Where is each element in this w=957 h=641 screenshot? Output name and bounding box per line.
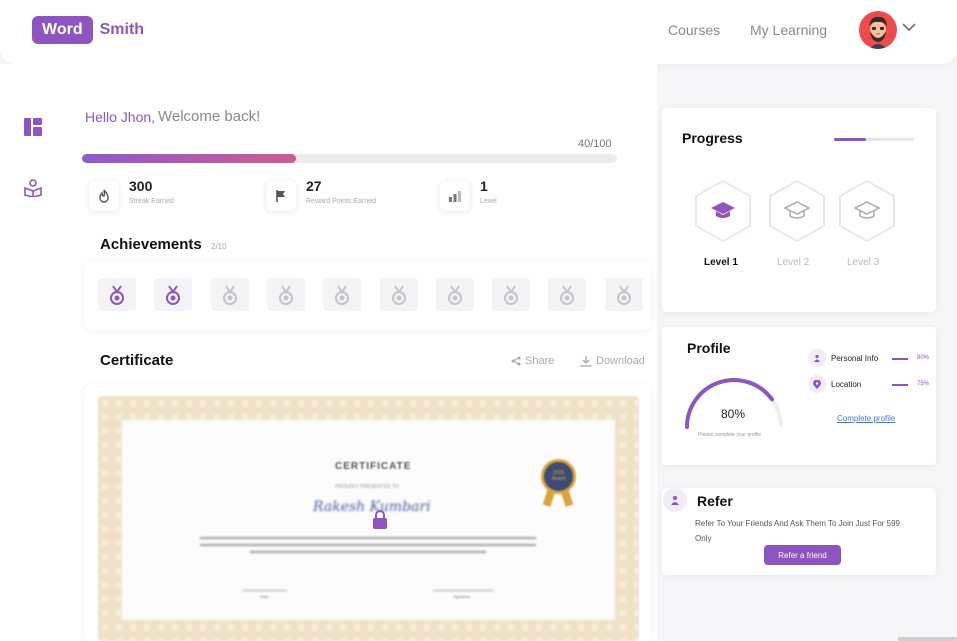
person-icon <box>808 349 826 367</box>
achievement-badge-locked[interactable] <box>492 278 531 311</box>
chevron-down-icon[interactable] <box>902 22 916 32</box>
stat-streak-label: Streak Earned <box>129 198 174 205</box>
medal-icon <box>391 284 406 305</box>
achievement-badge-locked[interactable] <box>323 278 362 311</box>
logo[interactable]: Word Smith <box>32 16 144 44</box>
medal-icon <box>166 284 181 305</box>
refer-user-icon <box>663 488 687 512</box>
certificate-body-line <box>200 544 536 546</box>
profile-title: Profile <box>687 340 731 356</box>
progress-mini-fill <box>834 138 866 141</box>
medal-icon <box>560 284 575 305</box>
sidebar <box>0 64 68 641</box>
stat-level: 1 Level <box>440 178 497 211</box>
greeting-hello: Hello Jhon, <box>85 109 156 125</box>
share-label: Share <box>525 355 555 367</box>
flag-icon <box>266 181 296 211</box>
top-header: Word Smith Courses My Learning <box>0 0 957 64</box>
xp-progress-label: 40/100 <box>578 138 612 150</box>
medal-icon <box>447 284 462 305</box>
achievement-badge-locked[interactable] <box>435 278 474 311</box>
user-avatar[interactable] <box>859 11 897 49</box>
award-seal-icon: 2023 Award <box>541 459 576 494</box>
stat-reward-points: 27 Reward Points Earned <box>266 178 376 211</box>
learning-book-icon[interactable] <box>24 179 42 197</box>
achievements-count: 2/10 <box>211 242 227 251</box>
lock-icon <box>373 510 387 529</box>
stat-reward-value: 27 <box>306 178 322 194</box>
signature-line-right <box>433 590 493 591</box>
progress-mini-bar <box>834 138 914 141</box>
logo-text: Smith <box>99 21 145 38</box>
nav-courses-link[interactable]: Courses <box>668 22 720 38</box>
download-button[interactable]: Download <box>580 355 645 367</box>
xp-progress-fill <box>82 154 296 163</box>
personal-info-bar <box>892 358 908 360</box>
graduation-cap-icon <box>784 201 810 219</box>
greeting-welcome: Welcome back! <box>158 108 261 125</box>
level-3-label: Level 3 <box>847 257 880 268</box>
medal-icon <box>616 284 631 305</box>
achievement-badge-earned[interactable] <box>98 278 136 311</box>
seal-word: Award <box>551 476 566 482</box>
flame-icon <box>89 181 119 211</box>
certificate-body-line <box>200 537 536 539</box>
refer-title: Refer <box>697 493 733 509</box>
progress-title: Progress <box>682 130 743 146</box>
achievement-badge-locked[interactable] <box>604 278 643 311</box>
graduation-cap-icon <box>854 201 880 219</box>
achievement-badge-earned[interactable] <box>154 278 193 311</box>
stat-level-label: Level <box>480 198 497 205</box>
achievement-badge-locked[interactable] <box>379 278 418 311</box>
achievement-badge-locked[interactable] <box>548 278 587 311</box>
scroll-indicator[interactable] <box>898 637 957 641</box>
stat-level-value: 1 <box>480 178 488 194</box>
location-label: Location <box>831 380 862 389</box>
profile-completion-value: 80% <box>721 407 746 421</box>
xp-progress-bar <box>82 154 617 163</box>
achievement-badge-locked[interactable] <box>210 278 249 311</box>
share-icon <box>511 356 521 366</box>
nav-my-learning-link[interactable]: My Learning <box>750 22 827 38</box>
refer-description: Refer To Your Friends And Ask Them To Jo… <box>695 519 901 543</box>
refer-friend-button[interactable]: Refer a friend <box>764 545 841 565</box>
medal-icon <box>222 284 237 305</box>
certificate-title: Certificate <box>100 352 174 369</box>
medal-icon <box>110 284 124 305</box>
signature-label-right: Signature <box>453 594 471 599</box>
signature-label-left: Date <box>260 594 269 599</box>
personal-info-label: Personal Info <box>831 354 879 363</box>
medal-icon <box>278 284 293 305</box>
stat-reward-label: Reward Points Earned <box>306 198 377 205</box>
share-button[interactable]: Share <box>511 355 554 367</box>
medal-icon <box>504 284 519 305</box>
certificate-paper <box>122 420 615 620</box>
achievement-badge-locked[interactable] <box>266 278 305 311</box>
dashboard-icon[interactable] <box>24 118 42 136</box>
level-2-label: Level 2 <box>777 257 810 268</box>
profile-completion-gauge <box>685 378 783 429</box>
download-label: Download <box>596 355 645 367</box>
location-pin-icon <box>808 375 826 393</box>
certificate-subheading: PROUDLY PRESENTED TO <box>335 484 399 490</box>
bar-chart-icon <box>440 181 470 211</box>
stat-streak: 300 Streak Earned <box>89 178 174 211</box>
achievements-title: Achievements <box>100 236 202 253</box>
certificate-body-line <box>250 551 486 553</box>
graduation-cap-icon <box>711 202 735 218</box>
bearded-man-avatar-icon <box>869 16 887 49</box>
location-pct: 75% <box>917 381 930 387</box>
logo-mark: Word <box>32 16 93 44</box>
stat-streak-value: 300 <box>129 178 153 194</box>
signature-line-left <box>243 590 287 591</box>
level-1-label: Level 1 <box>704 257 738 268</box>
medal-icon <box>335 284 350 305</box>
profile-completion-note: Please complete your profile <box>698 432 762 438</box>
download-icon <box>580 356 592 367</box>
location-bar <box>892 384 908 386</box>
complete-profile-link[interactable]: Complete profile <box>837 414 895 423</box>
personal-info-pct: 80% <box>917 355 930 361</box>
certificate-heading: CERTIFICATE <box>335 461 412 472</box>
